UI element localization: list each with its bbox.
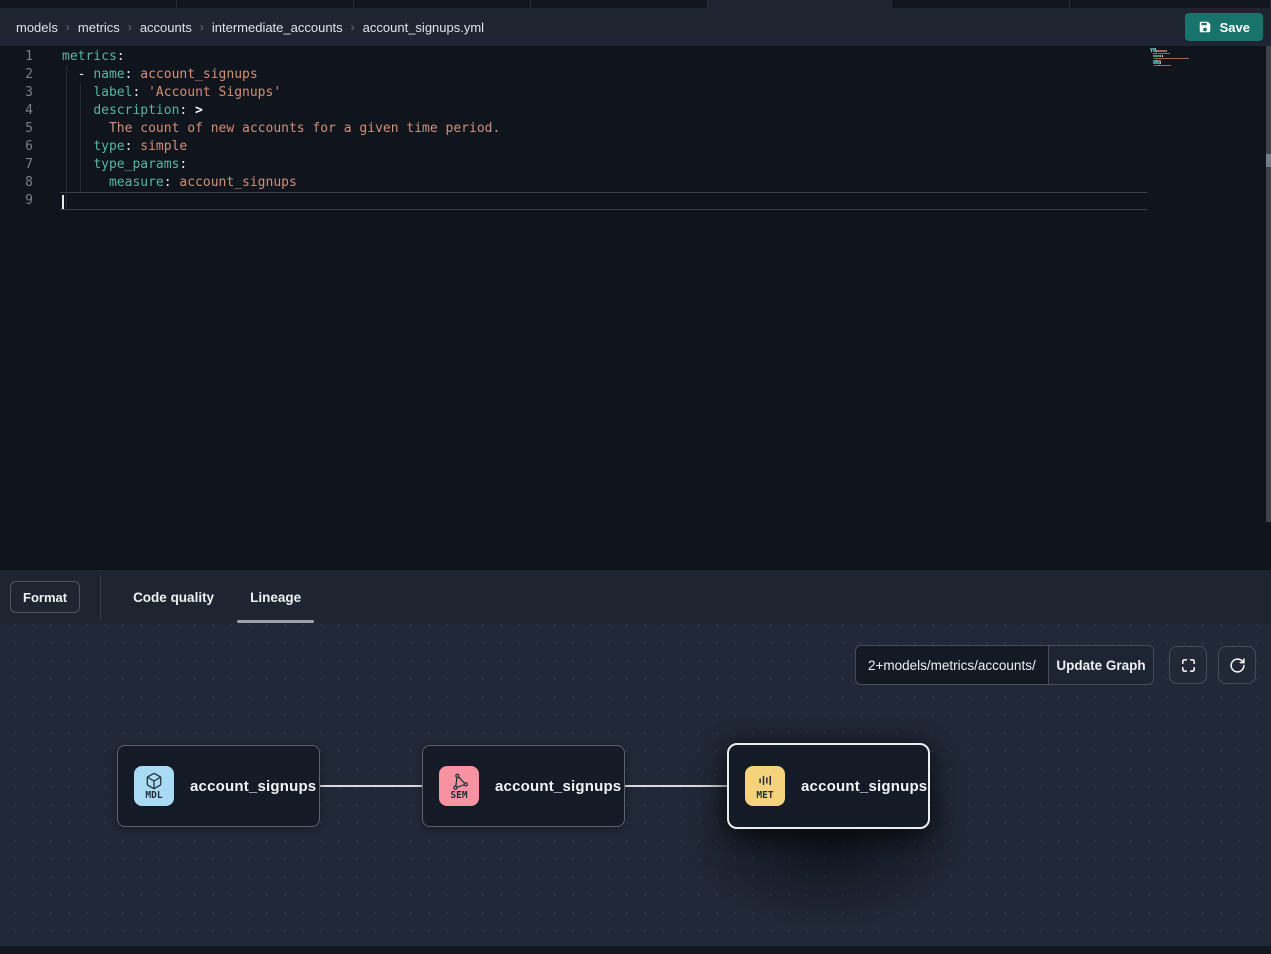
line-number: 2 xyxy=(0,66,33,84)
node-label: account_signups xyxy=(190,778,316,795)
line-number: 6 xyxy=(0,138,33,156)
chevron-right-icon: › xyxy=(200,20,204,34)
file-tab[interactable] xyxy=(1070,0,1271,8)
code-line-text: measure: account_signups xyxy=(60,174,1147,192)
line-number: 4 xyxy=(0,102,33,120)
breadcrumb-item[interactable]: intermediate_accounts xyxy=(212,20,343,35)
code-line-text xyxy=(60,192,1147,210)
chevron-right-icon: › xyxy=(351,20,355,34)
breadcrumb-item[interactable]: metrics xyxy=(78,20,120,35)
line-number: 8 xyxy=(0,174,33,192)
file-tab-strip xyxy=(0,0,1271,8)
code-line[interactable]: 6 type: simple xyxy=(0,138,1160,156)
chevron-right-icon: › xyxy=(128,20,132,34)
code-line-text: metrics: xyxy=(60,48,1147,66)
lineage-edge xyxy=(625,785,727,787)
line-number: 3 xyxy=(0,84,33,102)
editor-scrollbar[interactable] xyxy=(1266,46,1271,522)
text-cursor xyxy=(62,195,64,209)
bottom-panel-header: Format Code qualityLineage xyxy=(0,570,1271,624)
editor-scrollbar-thumb[interactable] xyxy=(1266,154,1271,167)
breadcrumb-bar: models › metrics › accounts › intermediate_acc… xyxy=(0,8,1271,46)
ide-window: models › metrics › accounts › intermediate_acc… xyxy=(0,0,1271,954)
code-line[interactable]: 4 description: > xyxy=(0,102,1160,120)
minimap[interactable] xyxy=(1150,48,1212,70)
file-tab[interactable] xyxy=(531,0,708,8)
update-graph-button[interactable]: Update Graph xyxy=(1048,646,1153,684)
line-number: 9 xyxy=(0,192,33,210)
code-line-text: description: > xyxy=(60,102,1147,120)
breadcrumb-item[interactable]: account_signups.yml xyxy=(363,20,484,35)
breadcrumb-item[interactable]: accounts xyxy=(140,20,192,35)
line-number: 5 xyxy=(0,120,33,138)
panel-tab-code-quality[interactable]: Code quality xyxy=(120,570,227,624)
line-number: 1 xyxy=(0,48,33,66)
file-tab-active[interactable] xyxy=(708,0,892,8)
metric-icon xyxy=(756,772,774,790)
code-line[interactable]: 8 measure: account_signups xyxy=(0,174,1160,192)
fullscreen-button[interactable] xyxy=(1169,646,1207,684)
model-icon xyxy=(145,772,163,790)
node-badge-label: MET xyxy=(756,791,773,801)
file-tab[interactable] xyxy=(892,0,1070,8)
format-button[interactable]: Format xyxy=(10,581,80,613)
code-lines: 1metrics:2 - name: account_signups3 labe… xyxy=(0,48,1160,210)
refresh-icon xyxy=(1229,657,1246,674)
line-number: 7 xyxy=(0,156,33,174)
lineage-canvas[interactable]: Update Graph MDL account_signups SEM accoun… xyxy=(0,624,1271,954)
lineage-node-sem[interactable]: SEM account_signups xyxy=(422,745,625,827)
semantic-model-icon xyxy=(450,772,468,790)
node-label: account_signups xyxy=(801,778,927,795)
file-tab[interactable] xyxy=(0,0,177,8)
node-badge-label: MDL xyxy=(145,791,162,801)
save-button-label: Save xyxy=(1220,20,1250,35)
code-line[interactable]: 1 metrics: xyxy=(0,48,1160,66)
code-line-text: - name: account_signups xyxy=(60,66,1147,84)
save-button[interactable]: Save xyxy=(1185,13,1263,41)
code-line-text: type: simple xyxy=(60,138,1147,156)
panel-tabs: Code qualityLineage xyxy=(115,570,319,624)
breadcrumb: models › metrics › accounts › intermediate_acc… xyxy=(0,20,484,35)
node-badge: SEM xyxy=(439,766,479,806)
code-line-text: type_params: xyxy=(60,156,1147,174)
lineage-node-met[interactable]: MET account_signups xyxy=(727,743,930,829)
indent-guide xyxy=(66,66,67,210)
code-line[interactable]: 7 type_params: xyxy=(0,156,1160,174)
panel-divider xyxy=(100,575,101,619)
code-line[interactable]: 9 xyxy=(0,192,1160,210)
file-tab[interactable] xyxy=(177,0,354,8)
breadcrumb-item[interactable]: models xyxy=(16,20,58,35)
model-selector-input[interactable] xyxy=(856,646,1048,684)
chevron-right-icon: › xyxy=(66,20,70,34)
code-line[interactable]: 2 - name: account_signups xyxy=(0,66,1160,84)
lineage-controls: Update Graph xyxy=(855,645,1154,685)
canvas-bottom-edge xyxy=(0,946,1271,954)
code-editor[interactable]: 1metrics:2 - name: account_signups3 labe… xyxy=(0,46,1271,570)
file-tab[interactable] xyxy=(354,0,531,8)
fullscreen-icon xyxy=(1180,657,1197,674)
lineage-node-mdl[interactable]: MDL account_signups xyxy=(117,745,320,827)
code-line[interactable]: 3 label: 'Account Signups' xyxy=(0,84,1160,102)
lineage-edge xyxy=(320,785,422,787)
node-badge-label: SEM xyxy=(450,791,467,801)
node-badge: MDL xyxy=(134,766,174,806)
code-line-text: label: 'Account Signups' xyxy=(60,84,1147,102)
node-label: account_signups xyxy=(495,778,621,795)
indent-guide xyxy=(80,84,81,192)
save-icon xyxy=(1198,20,1212,34)
panel-tab-lineage[interactable]: Lineage xyxy=(237,570,314,624)
node-badge: MET xyxy=(745,766,785,806)
refresh-graph-button[interactable] xyxy=(1218,646,1256,684)
code-line-text: The count of new accounts for a given ti… xyxy=(60,120,1147,138)
code-line[interactable]: 5 The count of new accounts for a given … xyxy=(0,120,1160,138)
